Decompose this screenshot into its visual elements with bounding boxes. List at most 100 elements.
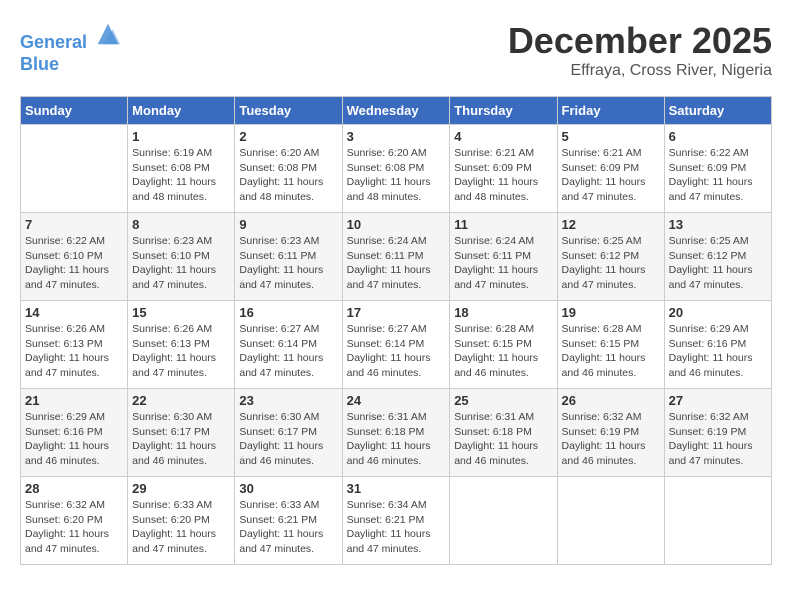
day-number: 25 bbox=[454, 393, 552, 408]
day-number: 1 bbox=[132, 129, 230, 144]
day-number: 18 bbox=[454, 305, 552, 320]
day-info: Sunrise: 6:29 AM Sunset: 6:16 PM Dayligh… bbox=[669, 322, 767, 381]
weekday-header-cell: Tuesday bbox=[235, 97, 342, 125]
calendar-cell: 19 Sunrise: 6:28 AM Sunset: 6:15 PM Dayli… bbox=[557, 301, 664, 389]
day-info: Sunrise: 6:26 AM Sunset: 6:13 PM Dayligh… bbox=[25, 322, 123, 381]
day-number: 14 bbox=[25, 305, 123, 320]
weekday-header-cell: Sunday bbox=[21, 97, 128, 125]
calendar-cell: 14 Sunrise: 6:26 AM Sunset: 6:13 PM Dayli… bbox=[21, 301, 128, 389]
day-info: Sunrise: 6:33 AM Sunset: 6:21 PM Dayligh… bbox=[239, 498, 337, 557]
day-info: Sunrise: 6:19 AM Sunset: 6:08 PM Dayligh… bbox=[132, 146, 230, 205]
day-info: Sunrise: 6:26 AM Sunset: 6:13 PM Dayligh… bbox=[132, 322, 230, 381]
day-number: 16 bbox=[239, 305, 337, 320]
day-number: 20 bbox=[669, 305, 767, 320]
day-number: 24 bbox=[347, 393, 446, 408]
day-number: 11 bbox=[454, 217, 552, 232]
day-number: 27 bbox=[669, 393, 767, 408]
day-info: Sunrise: 6:32 AM Sunset: 6:19 PM Dayligh… bbox=[669, 410, 767, 469]
day-info: Sunrise: 6:22 AM Sunset: 6:09 PM Dayligh… bbox=[669, 146, 767, 205]
calendar-body: 1 Sunrise: 6:19 AM Sunset: 6:08 PM Daylig… bbox=[21, 125, 772, 565]
day-number: 29 bbox=[132, 481, 230, 496]
day-info: Sunrise: 6:23 AM Sunset: 6:10 PM Dayligh… bbox=[132, 234, 230, 293]
day-info: Sunrise: 6:24 AM Sunset: 6:11 PM Dayligh… bbox=[347, 234, 446, 293]
weekday-header-cell: Saturday bbox=[664, 97, 771, 125]
title-area: December 2025 Effraya, Cross River, Nige… bbox=[508, 20, 772, 80]
calendar-cell: 29Sunrise: 6:33 AM Sunset: 6:20 PM Dayli… bbox=[128, 477, 235, 565]
calendar-cell: 18 Sunrise: 6:28 AM Sunset: 6:15 PM Dayli… bbox=[450, 301, 557, 389]
weekday-header-cell: Thursday bbox=[450, 97, 557, 125]
calendar-cell: 4Sunrise: 6:21 AM Sunset: 6:09 PM Daylig… bbox=[450, 125, 557, 213]
calendar-cell: 24 Sunrise: 6:31 AM Sunset: 6:18 PM Dayli… bbox=[342, 389, 450, 477]
day-number: 13 bbox=[669, 217, 767, 232]
logo-blue: Blue bbox=[20, 54, 59, 74]
day-number: 19 bbox=[562, 305, 660, 320]
day-info: Sunrise: 6:24 AM Sunset: 6:11 PM Dayligh… bbox=[454, 234, 552, 293]
day-info: Sunrise: 6:28 AM Sunset: 6:15 PM Dayligh… bbox=[454, 322, 552, 381]
day-number: 28 bbox=[25, 481, 123, 496]
day-info: Sunrise: 6:25 AM Sunset: 6:12 PM Dayligh… bbox=[562, 234, 660, 293]
calendar-cell: 23Sunrise: 6:30 AM Sunset: 6:17 PM Dayli… bbox=[235, 389, 342, 477]
calendar-cell: 7Sunrise: 6:22 AM Sunset: 6:10 PM Daylig… bbox=[21, 213, 128, 301]
calendar-cell: 26 Sunrise: 6:32 AM Sunset: 6:19 PM Dayli… bbox=[557, 389, 664, 477]
day-info: Sunrise: 6:31 AM Sunset: 6:18 PM Dayligh… bbox=[347, 410, 446, 469]
calendar-cell: 20 Sunrise: 6:29 AM Sunset: 6:16 PM Dayli… bbox=[664, 301, 771, 389]
day-info: Sunrise: 6:31 AM Sunset: 6:18 PM Dayligh… bbox=[454, 410, 552, 469]
day-info: Sunrise: 6:25 AM Sunset: 6:12 PM Dayligh… bbox=[669, 234, 767, 293]
calendar-cell: 11 Sunrise: 6:24 AM Sunset: 6:11 PM Dayli… bbox=[450, 213, 557, 301]
calendar-cell: 2Sunrise: 6:20 AM Sunset: 6:08 PM Daylig… bbox=[235, 125, 342, 213]
logo: General Blue bbox=[20, 20, 122, 75]
day-number: 12 bbox=[562, 217, 660, 232]
calendar-week-row: 7Sunrise: 6:22 AM Sunset: 6:10 PM Daylig… bbox=[21, 213, 772, 301]
day-info: Sunrise: 6:30 AM Sunset: 6:17 PM Dayligh… bbox=[239, 410, 337, 469]
day-number: 10 bbox=[347, 217, 446, 232]
calendar-cell: 17 Sunrise: 6:27 AM Sunset: 6:14 PM Dayli… bbox=[342, 301, 450, 389]
day-info: Sunrise: 6:32 AM Sunset: 6:20 PM Dayligh… bbox=[25, 498, 123, 557]
weekday-header-cell: Monday bbox=[128, 97, 235, 125]
calendar-week-row: 21Sunrise: 6:29 AM Sunset: 6:16 PM Dayli… bbox=[21, 389, 772, 477]
day-number: 17 bbox=[347, 305, 446, 320]
calendar-cell: 10 Sunrise: 6:24 AM Sunset: 6:11 PM Dayli… bbox=[342, 213, 450, 301]
day-number: 3 bbox=[347, 129, 446, 144]
day-info: Sunrise: 6:21 AM Sunset: 6:09 PM Dayligh… bbox=[454, 146, 552, 205]
calendar-cell: 27 Sunrise: 6:32 AM Sunset: 6:19 PM Dayli… bbox=[664, 389, 771, 477]
calendar-cell: 25 Sunrise: 6:31 AM Sunset: 6:18 PM Dayli… bbox=[450, 389, 557, 477]
calendar-cell: 28 Sunrise: 6:32 AM Sunset: 6:20 PM Dayli… bbox=[21, 477, 128, 565]
page-header: General Blue December 2025 Effraya, Cros… bbox=[20, 20, 772, 80]
calendar-cell: 21Sunrise: 6:29 AM Sunset: 6:16 PM Dayli… bbox=[21, 389, 128, 477]
day-info: Sunrise: 6:22 AM Sunset: 6:10 PM Dayligh… bbox=[25, 234, 123, 293]
day-number: 26 bbox=[562, 393, 660, 408]
day-info: Sunrise: 6:27 AM Sunset: 6:14 PM Dayligh… bbox=[347, 322, 446, 381]
day-info: Sunrise: 6:20 AM Sunset: 6:08 PM Dayligh… bbox=[347, 146, 446, 205]
calendar-week-row: 1 Sunrise: 6:19 AM Sunset: 6:08 PM Daylig… bbox=[21, 125, 772, 213]
day-number: 5 bbox=[562, 129, 660, 144]
month-title: December 2025 bbox=[508, 20, 772, 62]
location-title: Effraya, Cross River, Nigeria bbox=[508, 62, 772, 80]
day-info: Sunrise: 6:32 AM Sunset: 6:19 PM Dayligh… bbox=[562, 410, 660, 469]
calendar-cell bbox=[557, 477, 664, 565]
calendar-cell: 30 Sunrise: 6:33 AM Sunset: 6:21 PM Dayli… bbox=[235, 477, 342, 565]
calendar-cell: 12 Sunrise: 6:25 AM Sunset: 6:12 PM Dayli… bbox=[557, 213, 664, 301]
calendar-cell bbox=[664, 477, 771, 565]
calendar-cell: 9Sunrise: 6:23 AM Sunset: 6:11 PM Daylig… bbox=[235, 213, 342, 301]
day-info: Sunrise: 6:20 AM Sunset: 6:08 PM Dayligh… bbox=[239, 146, 337, 205]
calendar-cell: 1 Sunrise: 6:19 AM Sunset: 6:08 PM Daylig… bbox=[128, 125, 235, 213]
day-info: Sunrise: 6:23 AM Sunset: 6:11 PM Dayligh… bbox=[239, 234, 337, 293]
day-number: 31 bbox=[347, 481, 446, 496]
day-number: 6 bbox=[669, 129, 767, 144]
calendar-cell: 13 Sunrise: 6:25 AM Sunset: 6:12 PM Dayli… bbox=[664, 213, 771, 301]
calendar-cell bbox=[450, 477, 557, 565]
day-number: 22 bbox=[132, 393, 230, 408]
weekday-header-cell: Friday bbox=[557, 97, 664, 125]
weekday-header-row: SundayMondayTuesdayWednesdayThursdayFrid… bbox=[21, 97, 772, 125]
calendar-cell: 8 Sunrise: 6:23 AM Sunset: 6:10 PM Daylig… bbox=[128, 213, 235, 301]
day-info: Sunrise: 6:28 AM Sunset: 6:15 PM Dayligh… bbox=[562, 322, 660, 381]
calendar-week-row: 28 Sunrise: 6:32 AM Sunset: 6:20 PM Dayli… bbox=[21, 477, 772, 565]
day-number: 30 bbox=[239, 481, 337, 496]
calendar-cell: 22 Sunrise: 6:30 AM Sunset: 6:17 PM Dayli… bbox=[128, 389, 235, 477]
day-number: 8 bbox=[132, 217, 230, 232]
calendar-table: SundayMondayTuesdayWednesdayThursdayFrid… bbox=[20, 96, 772, 565]
calendar-cell: 3 Sunrise: 6:20 AM Sunset: 6:08 PM Daylig… bbox=[342, 125, 450, 213]
day-number: 15 bbox=[132, 305, 230, 320]
day-info: Sunrise: 6:30 AM Sunset: 6:17 PM Dayligh… bbox=[132, 410, 230, 469]
calendar-cell bbox=[21, 125, 128, 213]
